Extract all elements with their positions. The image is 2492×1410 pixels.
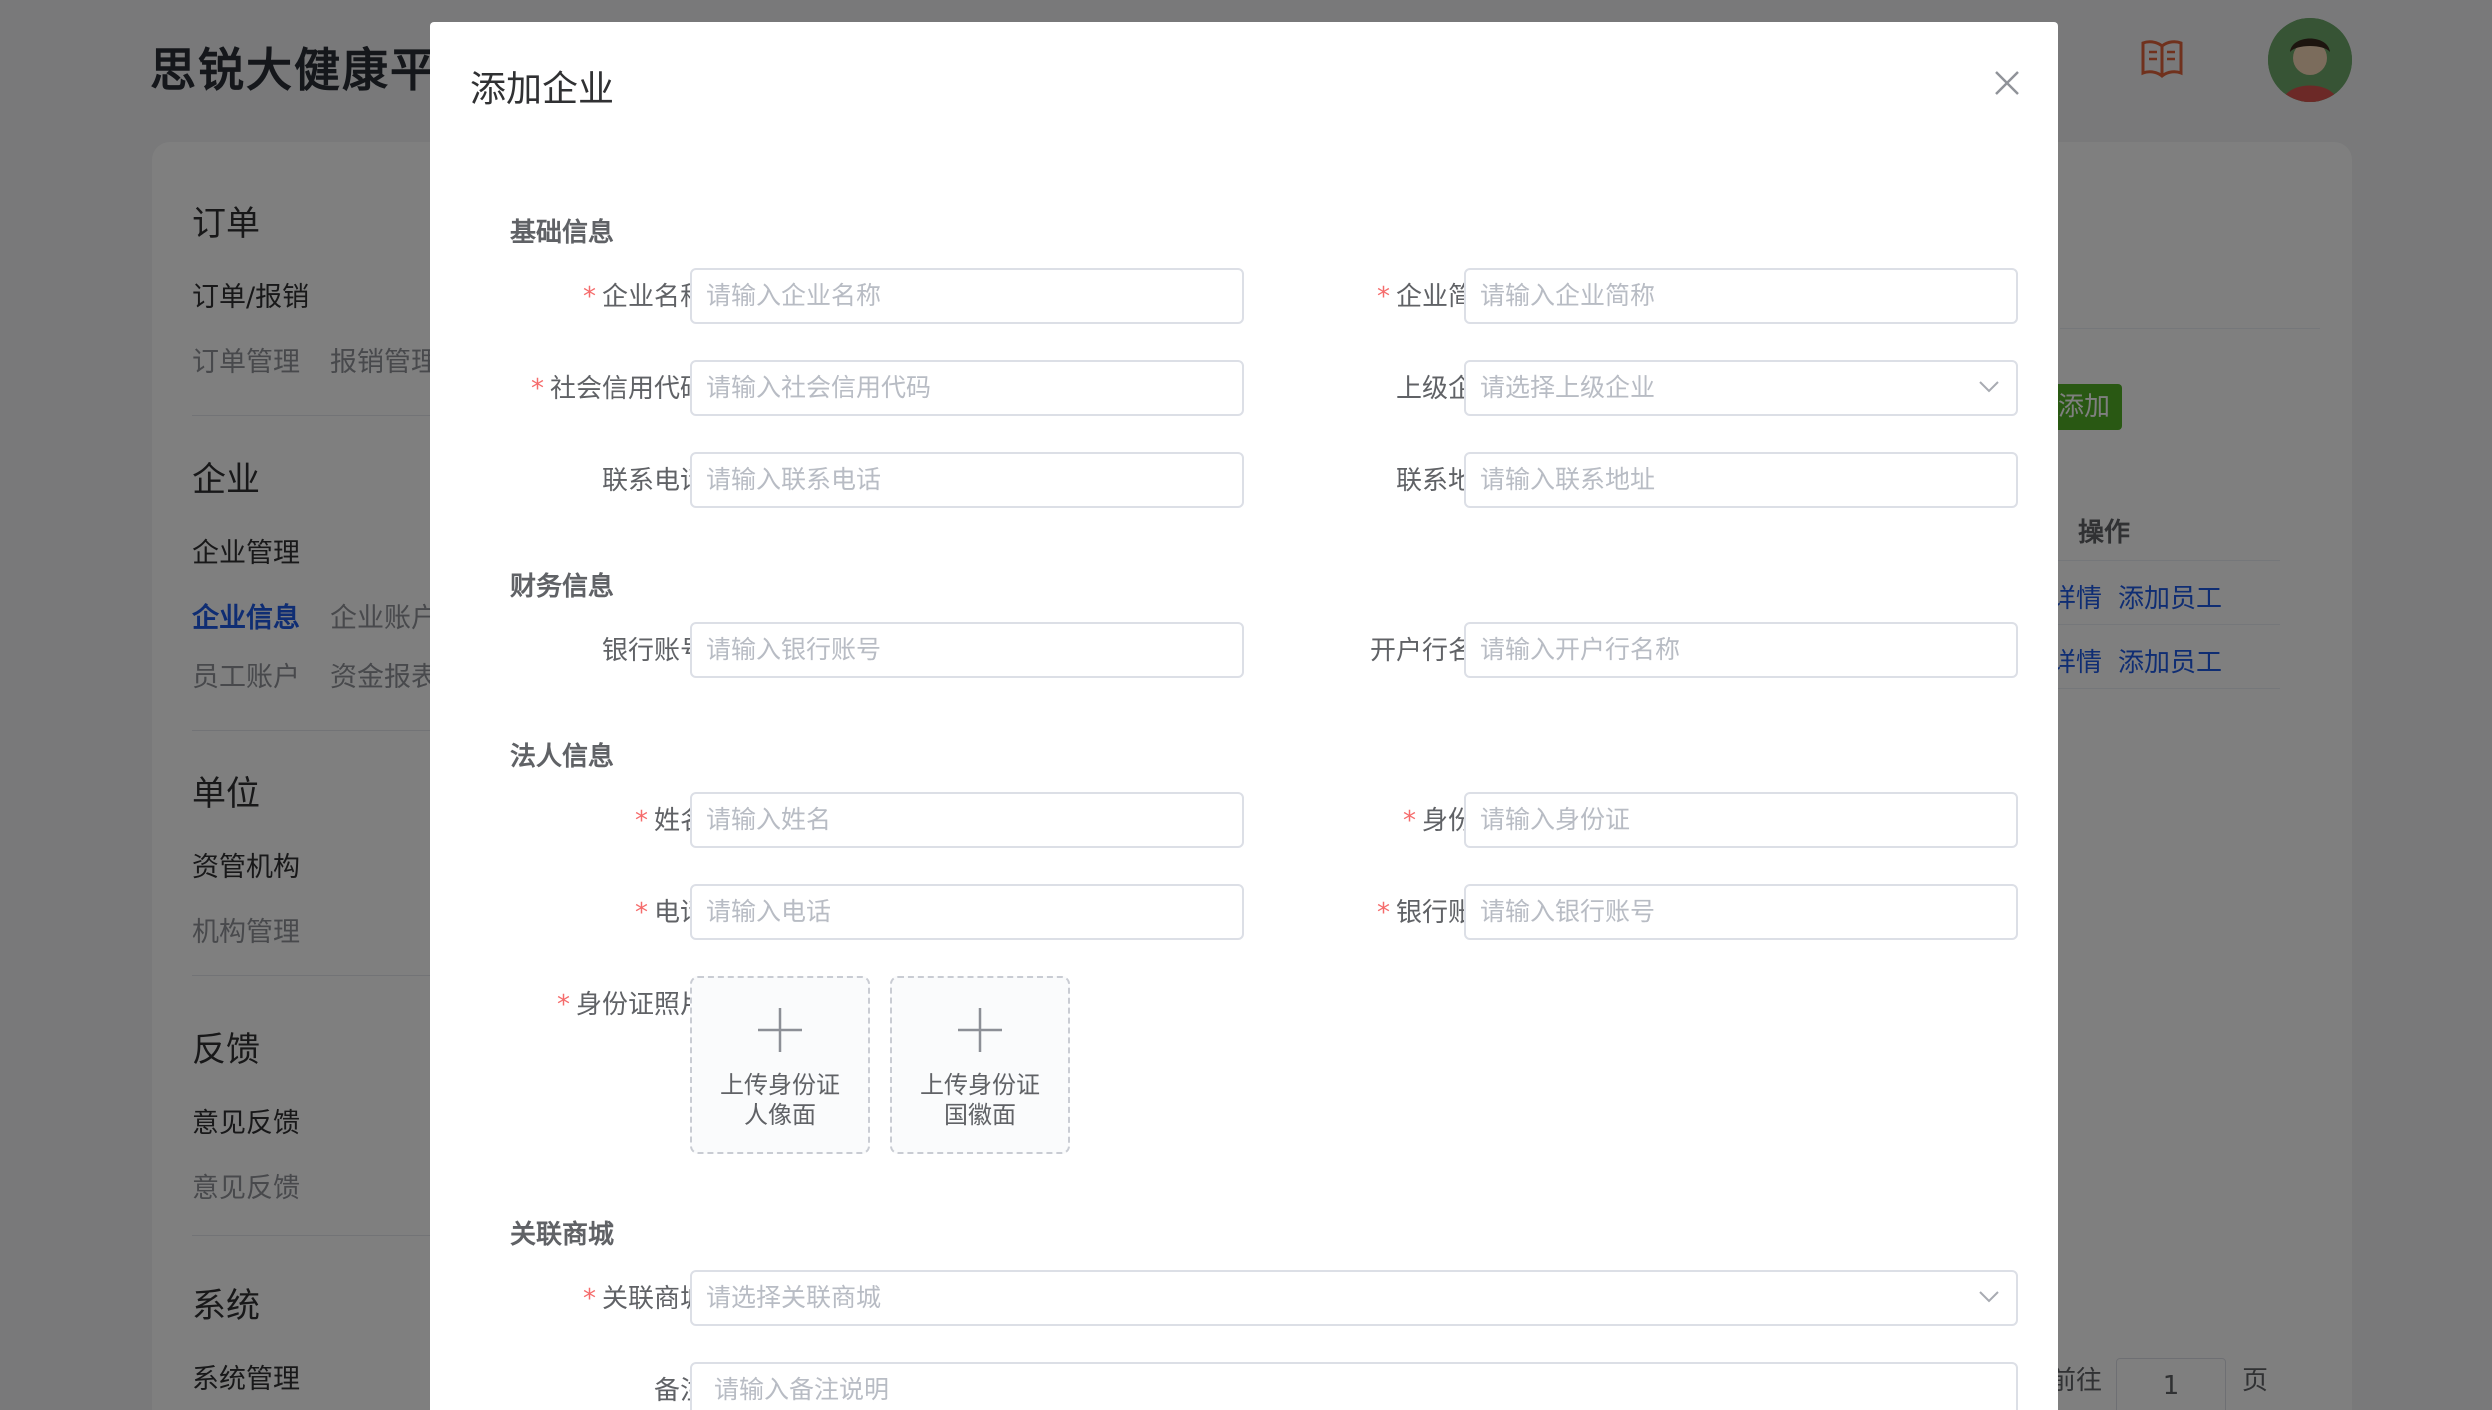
upload-front-label: 上传身份证 人像面 xyxy=(720,1071,840,1129)
bank-name-input[interactable]: 请输入开户行名称 xyxy=(1464,622,2018,678)
chevron-down-icon xyxy=(1979,381,1999,393)
chevron-down-icon xyxy=(1979,1291,1999,1303)
section-basic-info: 基础信息 xyxy=(510,218,615,248)
phone-input[interactable]: 请输入联系电话 xyxy=(690,452,1244,508)
section-finance-info: 财务信息 xyxy=(510,572,615,602)
label-phone: 联系电话 xyxy=(601,466,706,496)
mall-placeholder: 请选择关联商城 xyxy=(706,1283,882,1312)
close-icon[interactable] xyxy=(1990,66,2024,100)
dialog-title: 添加企业 xyxy=(470,69,615,110)
remark-textarea[interactable]: 请输入备注说明 xyxy=(690,1362,2018,1410)
address-input[interactable]: 请输入联系地址 xyxy=(1464,452,2018,508)
upload-back-label: 上传身份证 国徽面 xyxy=(920,1071,1040,1129)
company-name-input[interactable]: 请输入企业名称 xyxy=(690,268,1244,324)
section-mall-info: 关联商城 xyxy=(510,1220,615,1250)
label-remark: 备注 xyxy=(653,1376,706,1406)
legal-id-input[interactable]: 请输入身份证 xyxy=(1464,792,2018,848)
upload-id-back[interactable]: 上传身份证 国徽面 xyxy=(890,976,1070,1154)
required-mark: * xyxy=(634,898,648,928)
required-mark: * xyxy=(1376,898,1390,928)
credit-code-input[interactable]: 请输入社会信用代码 xyxy=(690,360,1244,416)
required-mark: * xyxy=(582,1284,596,1314)
label-bank-account: 银行账号 xyxy=(601,636,706,666)
legal-bank-input[interactable]: 请输入银行账号 xyxy=(1464,884,2018,940)
label-credit-code: * 社会信用代码 xyxy=(530,374,706,404)
add-company-dialog: 添加企业 基础信息 * 企业名称 请输入企业名称 * 企业简称 请输入企业简称 * 社… xyxy=(430,22,2058,1410)
label-id-photos: * 身份证照片 xyxy=(556,990,706,1020)
required-mark: * xyxy=(556,990,570,1020)
parent-company-select[interactable]: 请选择上级企业 xyxy=(1464,360,2018,416)
plus-icon xyxy=(958,1008,1002,1052)
required-mark: * xyxy=(1376,282,1390,312)
company-short-input[interactable]: 请输入企业简称 xyxy=(1464,268,2018,324)
legal-phone-input[interactable]: 请输入电话 xyxy=(690,884,1244,940)
plus-icon xyxy=(758,1008,802,1052)
required-mark: * xyxy=(530,374,544,404)
section-legal-info: 法人信息 xyxy=(510,742,615,772)
label-legal-name: * 姓名 xyxy=(634,806,706,836)
legal-name-input[interactable]: 请输入姓名 xyxy=(690,792,1244,848)
upload-id-front[interactable]: 上传身份证 人像面 xyxy=(690,976,870,1154)
required-mark: * xyxy=(1402,806,1416,836)
label-mall: * 关联商城 xyxy=(582,1284,706,1314)
parent-company-placeholder: 请选择上级企业 xyxy=(1480,373,1656,402)
bank-account-input[interactable]: 请输入银行账号 xyxy=(690,622,1244,678)
label-legal-phone: * 电话 xyxy=(634,898,706,928)
label-company-name: * 企业名称 xyxy=(582,282,706,312)
required-mark: * xyxy=(582,282,596,312)
required-mark: * xyxy=(634,806,648,836)
mall-select[interactable]: 请选择关联商城 xyxy=(690,1270,2018,1326)
